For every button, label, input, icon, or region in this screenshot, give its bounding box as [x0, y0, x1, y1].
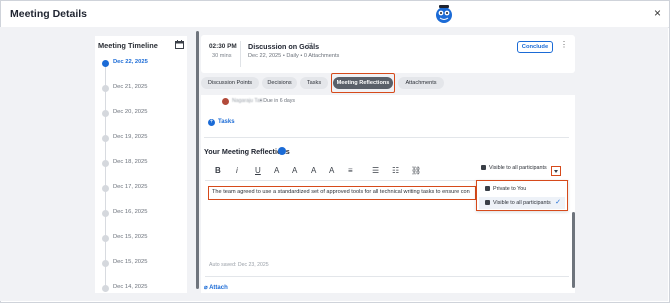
check-icon: ✓	[555, 199, 561, 206]
dialog-header: Meeting Details ×	[1, 1, 669, 28]
tab-attachments[interactable]: Attachments	[398, 77, 444, 89]
reflections-title: Your Meeting Reflections	[204, 147, 290, 156]
attach-button[interactable]: ⌀ Attach	[204, 284, 228, 291]
timeline-date: Dec 18, 2025	[113, 159, 148, 165]
timeline-dot	[102, 60, 109, 67]
sync-icon: ⇄	[307, 42, 313, 49]
numbered-list-button[interactable]: ☷	[392, 166, 399, 175]
dialog-title: Meeting Details	[10, 8, 88, 20]
timeline-dot	[102, 185, 109, 192]
align-button[interactable]: ≡	[348, 166, 353, 175]
meeting-duration: 30 mins	[212, 53, 232, 59]
timeline-dot	[102, 160, 109, 167]
font-style-button[interactable]: A	[329, 166, 334, 175]
timeline-item[interactable]: Dec 15, 2025	[95, 232, 187, 246]
highlight-button[interactable]: A	[292, 166, 297, 175]
app-logo-icon	[436, 5, 452, 23]
timeline-date: Dec 22, 2025	[113, 59, 148, 65]
reflection-text[interactable]: The team agreed to use a standardized se…	[208, 186, 476, 200]
tab-decisions[interactable]: Decisions	[262, 77, 297, 89]
tab-highlight	[331, 73, 395, 93]
avatar	[222, 98, 229, 105]
link-button[interactable]: ⛓	[411, 166, 421, 175]
timeline-date: Dec 15, 2025	[113, 259, 148, 265]
meeting-meta: Dec 22, 2025 • Daily • 0 Attachments	[248, 53, 340, 59]
visibility-selector[interactable]: Visible to all participants	[481, 165, 547, 171]
task-due: • Due in 6 days	[260, 98, 295, 104]
more-options-icon[interactable]: ⋮	[560, 40, 568, 49]
task-assignee: Nagaraju Tati	[232, 98, 263, 104]
bullet-list-button[interactable]: ☰	[372, 166, 379, 175]
chevron-down-icon	[554, 170, 558, 173]
timeline-scrollbar[interactable]	[196, 31, 199, 289]
timeline-item[interactable]: Dec 21, 2025	[95, 82, 187, 96]
option-label: Visible to all participants	[493, 200, 551, 206]
meeting-time: 02:30 PM	[209, 43, 237, 50]
lock-icon	[481, 165, 486, 171]
timeline-date: Dec 21, 2025	[113, 84, 148, 90]
autosave-status: Auto saved: Dec 23, 2025	[209, 262, 269, 268]
lock-icon	[485, 200, 490, 206]
meeting-timeline: Meeting Timeline Dec 22, 2025 Dec 21, 202…	[95, 36, 187, 293]
timeline-date: Dec 14, 2025	[113, 284, 148, 290]
visibility-label: Visible to all participants	[489, 165, 547, 171]
divider	[240, 41, 241, 67]
calendar-icon[interactable]	[175, 40, 184, 49]
bold-button[interactable]: B	[215, 166, 221, 175]
timeline-date: Dec 17, 2025	[113, 184, 148, 190]
option-label: Private to You	[493, 186, 527, 192]
timeline-item[interactable]: Dec 16, 2025	[95, 207, 187, 221]
timeline-item[interactable]: Dec 14, 2025	[95, 282, 187, 296]
tab-discussion-points[interactable]: Discussion Points	[201, 77, 259, 89]
timeline-dot	[102, 285, 109, 292]
timeline-item[interactable]: Dec 18, 2025	[95, 157, 187, 171]
timeline-dot	[102, 235, 109, 242]
timeline-date: Dec 15, 2025	[113, 234, 148, 240]
timeline-dot	[102, 110, 109, 117]
timeline-item[interactable]: Dec 15, 2025	[95, 257, 187, 271]
timeline-item[interactable]: Dec 20, 2025	[95, 107, 187, 121]
underline-button[interactable]: U	[255, 166, 261, 175]
timeline-date: Dec 16, 2025	[113, 209, 148, 215]
content-scrollbar[interactable]	[572, 212, 575, 288]
tab-tasks[interactable]: Tasks	[300, 77, 328, 89]
timeline-dot	[102, 135, 109, 142]
timeline-item[interactable]: Dec 19, 2025	[95, 132, 187, 146]
menu-item-private[interactable]: Private to You	[479, 183, 565, 195]
tasks-link[interactable]: Tasks	[218, 119, 235, 125]
lock-icon	[485, 186, 490, 192]
info-icon[interactable]	[278, 147, 286, 155]
meeting-card: 02:30 PM 30 mins Discussion on Goals ⇄ D…	[201, 35, 575, 73]
timeline-date: Dec 19, 2025	[113, 134, 148, 140]
font-size-button[interactable]: A	[311, 166, 316, 175]
visibility-menu: Private to You Visible to all participan…	[476, 180, 568, 211]
timeline-date: Dec 20, 2025	[113, 109, 148, 115]
attach-label: Attach	[209, 285, 228, 291]
timeline-item[interactable]: Dec 17, 2025	[95, 182, 187, 196]
add-task-icon[interactable]: +	[208, 119, 215, 126]
timeline-item[interactable]: Dec 22, 2025	[95, 57, 187, 71]
menu-item-visible-all[interactable]: Visible to all participants ✓	[479, 197, 565, 209]
timeline-dot	[102, 85, 109, 92]
timeline-title: Meeting Timeline	[98, 41, 158, 50]
timeline-dot	[102, 260, 109, 267]
task-row[interactable]: Nagaraju Tati • Due in 6 days	[206, 97, 568, 108]
visibility-dropdown-button[interactable]	[551, 166, 561, 176]
timeline-dot	[102, 210, 109, 217]
conclude-button[interactable]: Conclude	[517, 41, 553, 53]
italic-button[interactable]: i	[236, 166, 238, 175]
close-icon[interactable]: ×	[654, 6, 661, 20]
text-color-button[interactable]: A	[274, 166, 279, 175]
